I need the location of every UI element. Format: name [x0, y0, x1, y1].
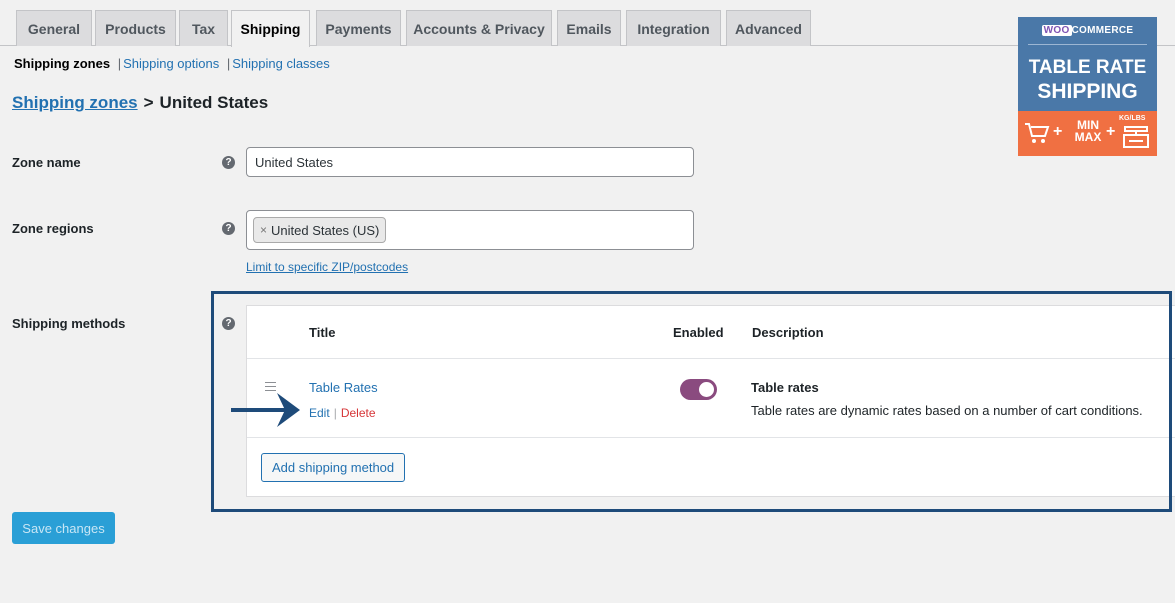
tab-tax[interactable]: Tax: [179, 10, 228, 46]
cart-icon: [1025, 123, 1050, 143]
zone-regions-select[interactable]: × United States (US): [246, 210, 694, 250]
subnav-shipping-zones[interactable]: Shipping zones: [14, 56, 110, 71]
promo-divider: [1028, 44, 1147, 45]
zone-regions-label: Zone regions: [12, 221, 94, 236]
breadcrumb: Shipping zones > United States: [12, 93, 268, 113]
scale-icon: [1123, 126, 1149, 148]
promo-plus: +: [1053, 123, 1063, 140]
woo-wordmark: WOO: [1041, 25, 1072, 36]
promo-band: + MIN MAX + KG/LBS: [1018, 111, 1157, 156]
tab-payments[interactable]: Payments: [316, 10, 401, 46]
tab-emails[interactable]: Emails: [557, 10, 621, 46]
region-chip-label: United States (US): [271, 222, 380, 238]
tab-products[interactable]: Products: [95, 10, 176, 46]
promo-unit: KG/LBS: [1119, 115, 1146, 122]
shipping-methods-label: Shipping methods: [12, 316, 126, 331]
chip-remove-icon[interactable]: ×: [260, 223, 267, 237]
promo-title-line2: SHIPPING: [1037, 80, 1138, 103]
arrow-right-icon: [231, 393, 300, 427]
zone-name-input[interactable]: United States: [246, 147, 694, 177]
breadcrumb-shipping-zones-link[interactable]: Shipping zones: [12, 93, 138, 112]
tab-accounts-privacy[interactable]: Accounts & Privacy: [406, 10, 552, 46]
help-icon[interactable]: ?: [222, 222, 235, 235]
breadcrumb-current: United States: [159, 93, 269, 112]
commerce-wordmark: COMMERCE: [1071, 25, 1134, 36]
subnav-separator: |: [117, 56, 122, 71]
subnav-separator: |: [226, 56, 231, 71]
subnav-shipping-classes[interactable]: Shipping classes: [232, 56, 330, 71]
region-chip: × United States (US): [253, 217, 387, 243]
promo-max: MAX: [1074, 130, 1102, 144]
tab-general[interactable]: General: [16, 10, 92, 46]
settings-tabs: General Products Tax Shipping Payments A…: [0, 0, 1175, 47]
tab-shipping[interactable]: Shipping: [231, 10, 310, 47]
woocommerce-logo: WOO COMMERCE: [1018, 25, 1157, 36]
promo-minmax: MIN MAX: [1068, 119, 1108, 143]
help-icon[interactable]: ?: [222, 156, 235, 169]
tab-integration[interactable]: Integration: [626, 10, 721, 46]
limit-zip-postcodes-link[interactable]: Limit to specific ZIP/postcodes: [246, 260, 408, 274]
save-changes-button[interactable]: Save changes: [12, 512, 115, 544]
tab-advanced[interactable]: Advanced: [726, 10, 811, 46]
table-rate-shipping-promo: WOO COMMERCE TABLE RATE SHIPPING + MIN MAX…: [1018, 17, 1157, 156]
zone-name-label: Zone name: [12, 155, 81, 170]
subnav-shipping-options[interactable]: Shipping options: [123, 56, 219, 71]
promo-plus: +: [1106, 123, 1116, 140]
shipping-subnav: Shipping zones | Shipping options | Shippi…: [14, 56, 330, 71]
highlight-box: [211, 291, 1172, 512]
breadcrumb-separator: >: [143, 93, 154, 112]
promo-title-line1: TABLE RATE: [1028, 57, 1147, 78]
